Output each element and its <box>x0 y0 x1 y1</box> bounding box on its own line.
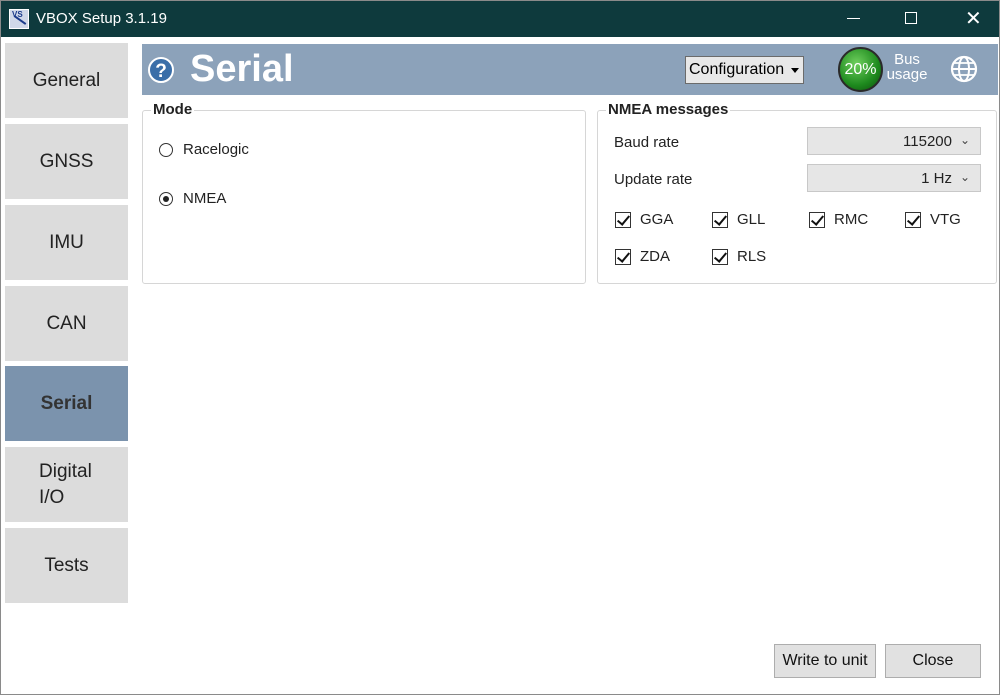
baud-rate-select[interactable]: 115200 ⌄ <box>807 127 981 155</box>
update-rate-label: Update rate <box>614 171 693 188</box>
nmea-messages-group: NMEA messages Baud rate 115200 ⌄ Update … <box>597 101 997 284</box>
nmea-group-label: NMEA messages <box>606 101 731 118</box>
close-button[interactable]: Close <box>885 644 981 678</box>
checkbox-box[interactable] <box>712 212 728 228</box>
write-to-unit-button[interactable]: Write to unit <box>774 644 876 678</box>
baud-rate-label: Baud rate <box>614 134 680 151</box>
chevron-down-icon: ⌄ <box>959 133 970 147</box>
chevron-down-icon: ⌄ <box>959 170 970 184</box>
dropdown-arrow-icon <box>791 68 799 73</box>
sidebar-item-tests[interactable]: Tests <box>5 528 128 606</box>
app-window: VS VBOX Setup 3.1.19 ✕ General GNSS IMU … <box>0 0 1000 695</box>
page-title: Serial <box>190 48 294 90</box>
checkbox-box[interactable] <box>615 212 631 228</box>
sidebar-item-imu[interactable]: IMU <box>5 205 128 283</box>
help-icon[interactable]: ? <box>148 57 174 83</box>
configuration-dropdown[interactable]: Configuration <box>685 56 804 84</box>
close-icon: ✕ <box>965 8 982 30</box>
minimize-button[interactable] <box>823 1 883 37</box>
maximize-icon <box>905 12 917 24</box>
mode-group-label: Mode <box>151 101 195 118</box>
sidebar-item-can[interactable]: CAN <box>5 286 128 364</box>
sidebar-item-serial[interactable]: Serial <box>5 366 128 444</box>
mode-group: Mode Racelogic NMEA <box>142 101 586 284</box>
sidebar-item-gnss[interactable]: GNSS <box>5 124 128 202</box>
bus-usage-gauge: 20% <box>838 47 883 92</box>
page-header: ? Serial Configuration 20% Bus usage <box>142 44 998 95</box>
globe-icon[interactable] <box>950 55 978 83</box>
title-bar[interactable]: VS VBOX Setup 3.1.19 ✕ <box>1 1 999 37</box>
checkbox-box[interactable] <box>905 212 921 228</box>
checkbox-box[interactable] <box>809 212 825 228</box>
app-icon: VS <box>9 9 29 29</box>
close-window-button[interactable]: ✕ <box>941 1 999 37</box>
sidebar-item-general[interactable]: General <box>5 43 128 121</box>
minimize-icon <box>847 18 860 19</box>
radio-racelogic-button[interactable] <box>159 143 173 157</box>
window-title: VBOX Setup 3.1.19 <box>36 10 167 27</box>
update-rate-select[interactable]: 1 Hz ⌄ <box>807 164 981 192</box>
checkbox-box[interactable] <box>712 249 728 265</box>
maximize-button[interactable] <box>881 1 941 37</box>
radio-nmea-button[interactable] <box>159 192 173 206</box>
checkbox-box[interactable] <box>615 249 631 265</box>
sidebar-item-digital-io[interactable]: Digital I/O <box>5 447 128 525</box>
bus-usage-label: Bus usage <box>886 51 928 83</box>
